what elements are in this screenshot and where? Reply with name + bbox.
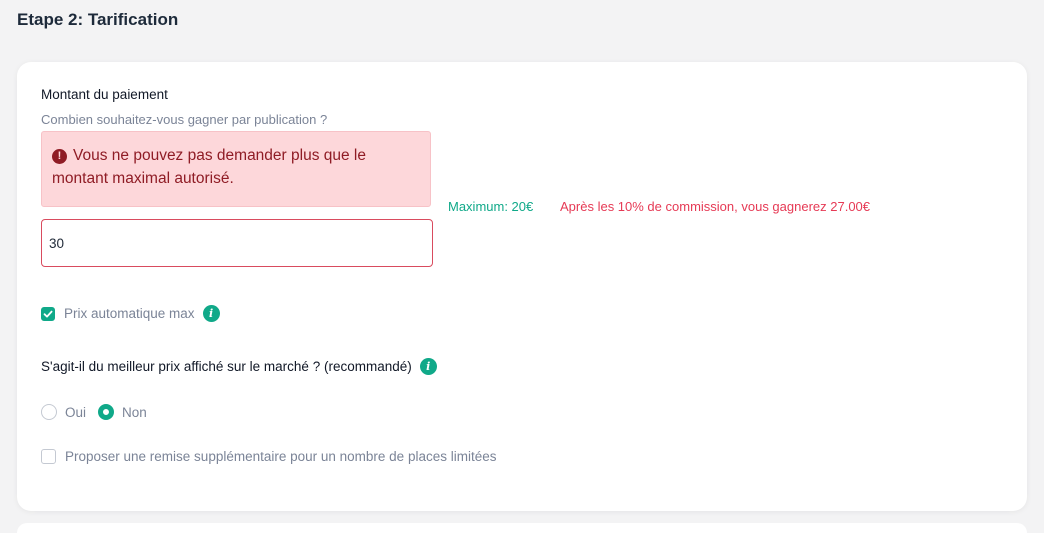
best-price-radio-group: Oui Non (41, 404, 159, 420)
radio-non[interactable] (98, 404, 115, 420)
error-alert: ! Vous ne pouvez pas demander plus que le… (41, 131, 431, 207)
exclamation-circle-icon: ! (52, 149, 67, 164)
auto-price-row: Prix automatique max i (41, 305, 220, 322)
payment-amount-input[interactable] (41, 219, 433, 267)
info-circle-icon[interactable]: i (202, 305, 220, 322)
error-alert-message: Vous ne pouvez pas demander plus que le … (52, 147, 366, 187)
commission-earnings-text: Après les 10% de commission, vous gagner… (560, 199, 871, 214)
best-price-question-text: S'agit-il du meilleur prix affiché sur l… (41, 359, 412, 374)
auto-price-checkbox[interactable] (41, 306, 55, 321)
discount-checkbox[interactable] (41, 449, 56, 464)
radio-non-label: Non (122, 404, 147, 420)
auto-price-label: Prix automatique max (64, 306, 195, 321)
checkmark-icon (43, 310, 53, 317)
discount-label: Proposer une remise supplémentaire pour … (65, 449, 497, 464)
discount-row: Proposer une remise supplémentaire pour … (41, 449, 496, 464)
page-title: Etape 2: Tarification (17, 10, 179, 29)
payment-amount-label: Montant du paiement (41, 87, 168, 102)
maximum-amount-text: Maximum: 20€ (448, 199, 534, 214)
radio-option-non[interactable]: Non (98, 404, 147, 420)
best-price-question: S'agit-il du meilleur prix affiché sur l… (41, 358, 437, 375)
radio-oui[interactable] (41, 404, 57, 420)
pricing-card: Montant du paiement Combien souhaitez-vo… (17, 62, 1027, 511)
payment-amount-help: Combien souhaitez-vous gagner par public… (41, 112, 328, 127)
radio-option-oui[interactable]: Oui (41, 404, 86, 420)
info-circle-icon[interactable]: i (419, 358, 437, 375)
radio-oui-label: Oui (65, 404, 87, 420)
next-card-edge (17, 523, 1027, 533)
